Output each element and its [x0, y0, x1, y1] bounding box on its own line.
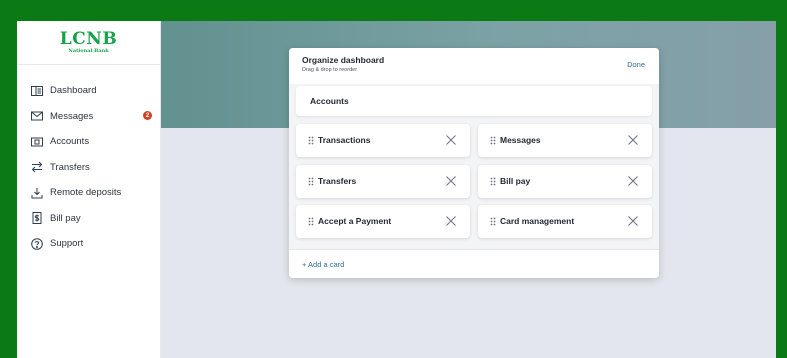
drag-handle-icon[interactable]: [490, 177, 496, 186]
dashboard-card[interactable]: Bill pay: [478, 165, 652, 198]
pinned-card-accounts: Accounts: [296, 86, 652, 116]
transfer-icon: [31, 161, 43, 173]
logo-tagline: National Bank: [68, 48, 109, 54]
card-label: Bill pay: [500, 176, 531, 186]
drag-handle-icon[interactable]: [490, 136, 496, 145]
sidebar-item-label: Transfers: [50, 161, 90, 173]
dashboard-card[interactable]: Transfers: [296, 165, 470, 198]
sidebar-item-messages[interactable]: Messages 2: [17, 104, 160, 130]
sidebar-item-accounts[interactable]: Accounts: [17, 129, 160, 155]
drag-handle-icon[interactable]: [308, 217, 314, 226]
sidebar-item-remote-deposits[interactable]: Remote deposits: [17, 180, 160, 206]
done-button[interactable]: Done: [627, 60, 645, 69]
dashboard-card[interactable]: Messages: [478, 124, 652, 157]
drag-handle-icon[interactable]: [308, 136, 314, 145]
organize-dashboard-dialog: Organize dashboard Drag & drop to reorde…: [289, 48, 659, 278]
logo-wordmark: LCNB: [59, 29, 118, 49]
dashboard-card[interactable]: Transactions: [296, 124, 470, 157]
sidebar: LCNB National Bank Dashboard Messages 2: [17, 21, 161, 358]
sidebar-item-support[interactable]: Support: [17, 231, 160, 257]
dialog-title: Organize dashboard: [302, 55, 385, 65]
unread-count-badge: 2: [143, 110, 152, 120]
mail-icon: [31, 110, 43, 122]
drag-handle-icon[interactable]: [490, 217, 496, 226]
bill-icon: [31, 212, 43, 225]
card-label: Card management: [500, 216, 575, 226]
deposit-icon: [31, 187, 43, 199]
sidebar-item-transfers[interactable]: Transfers: [17, 155, 160, 181]
sidebar-item-dashboard[interactable]: Dashboard: [17, 78, 160, 104]
sidebar-item-label: Support: [50, 238, 84, 250]
dialog-header: Organize dashboard Drag & drop to reorde…: [289, 48, 659, 84]
brand-logo[interactable]: LCNB National Bank: [17, 21, 160, 65]
sidebar-item-label: Messages: [50, 110, 94, 122]
remove-card-icon[interactable]: [445, 215, 457, 227]
card-label: Messages: [500, 135, 541, 145]
card-label: Accounts: [310, 96, 349, 106]
main-content: Organize dashboard Drag & drop to reorde…: [161, 21, 776, 358]
sidebar-item-label: Bill pay: [50, 212, 81, 224]
card-label: Transfers: [318, 176, 357, 186]
dashboard-icon: [31, 85, 43, 97]
drag-handle-icon[interactable]: [308, 177, 314, 186]
sidebar-item-label: Accounts: [50, 136, 90, 148]
sidebar-nav: Dashboard Messages 2 Accounts Transfers: [17, 78, 160, 257]
remove-card-icon[interactable]: [627, 134, 639, 146]
app-window: LCNB National Bank Dashboard Messages 2: [17, 21, 776, 358]
dashboard-card[interactable]: Card management: [478, 205, 652, 238]
help-icon: [31, 237, 43, 250]
account-icon: [31, 136, 43, 148]
add-card-link[interactable]: + Add a card: [302, 260, 344, 269]
card-label: Transactions: [318, 135, 371, 145]
remove-card-icon[interactable]: [445, 175, 457, 187]
add-card-row: + Add a card: [289, 249, 659, 278]
sidebar-item-label: Remote deposits: [50, 187, 122, 199]
remove-card-icon[interactable]: [445, 134, 457, 146]
dashboard-card[interactable]: Accept a Payment: [296, 205, 470, 238]
sidebar-item-bill-pay[interactable]: Bill pay: [17, 206, 160, 232]
remove-card-icon[interactable]: [627, 175, 639, 187]
sidebar-item-label: Dashboard: [50, 85, 97, 97]
card-label: Accept a Payment: [318, 216, 392, 226]
remove-card-icon[interactable]: [627, 215, 639, 227]
dialog-subtitle: Drag & drop to reorder: [302, 67, 358, 73]
